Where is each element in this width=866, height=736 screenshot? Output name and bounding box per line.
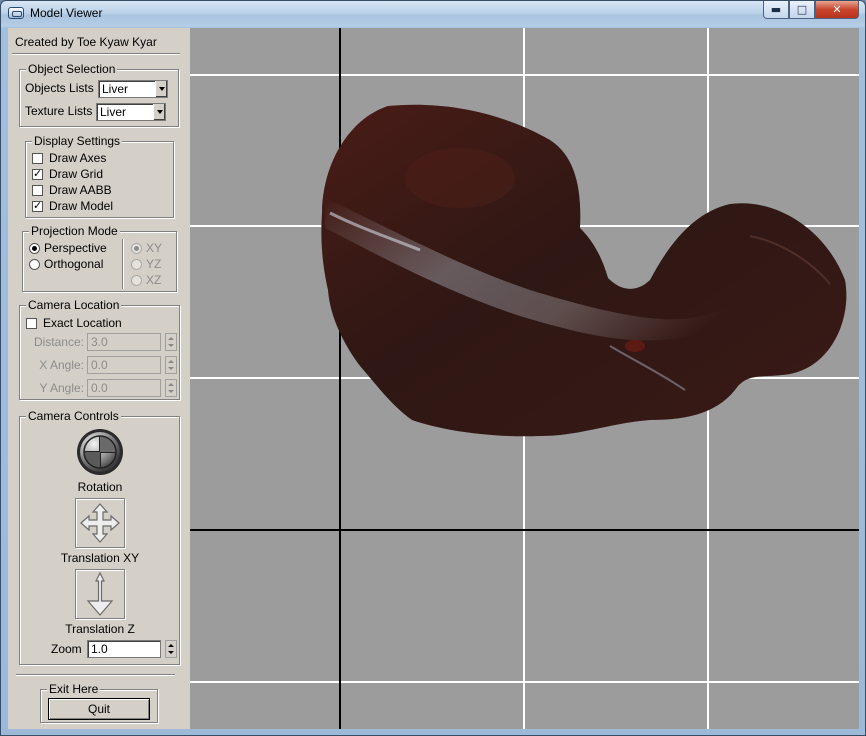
liver-spot [625,340,645,352]
radio-dot[interactable] [131,258,142,270]
plane-xy-radio[interactable]: XY [131,241,162,255]
plane-yz-label: YZ [146,257,162,271]
camera-location-title: Camera Location [26,298,122,312]
caption-buttons: ▬ □ ✕ [763,1,859,19]
draw-grid-label: Draw Grid [49,167,104,181]
credit-label: Created by Toe Kyaw Kyar [15,35,157,49]
object-selection-title: Object Selection [26,62,118,76]
radio-dot[interactable] [131,274,142,286]
3d-viewport[interactable] [190,28,859,729]
model-viewer-window: Model Viewer ▬ □ ✕ Created by Toe Kyaw K… [0,0,866,736]
window-title: Model Viewer [30,6,103,20]
translation-xy-label: Translation XY [60,551,140,565]
perspective-label: Perspective [44,241,107,255]
texture-list-label: Texture Lists [25,104,93,118]
exit-group: Exit Here Quit [40,682,158,723]
maximize-icon: □ [796,3,808,16]
viewport-canvas[interactable] [190,28,859,729]
close-icon: ✕ [832,3,842,16]
display-settings-title: Display Settings [32,134,123,148]
separator [16,674,175,676]
objects-list-select[interactable]: Liver [98,80,168,98]
x-angle-spinner[interactable] [165,356,177,374]
chevron-down-icon[interactable] [155,81,167,97]
exact-location-label: Exact Location [43,316,122,330]
radio-dot[interactable] [29,258,40,270]
separator [122,239,124,289]
distance-spinner[interactable] [165,333,177,351]
x-angle-label: X Angle: [39,358,84,372]
zoom-label: Zoom [51,642,82,656]
quit-button[interactable]: Quit [48,698,150,720]
checkbox-box[interactable] [32,199,43,212]
rotation-icon [77,429,123,475]
liver-shading [405,148,515,208]
texture-list-select[interactable]: Liver [96,103,166,121]
draw-axes-label: Draw Axes [49,151,107,165]
client-area: Created by Toe Kyaw Kyar Object Selectio… [8,28,859,729]
checkbox-box[interactable] [32,152,43,164]
zoom-field[interactable]: 1.0 [87,640,161,658]
draw-model-checkbox[interactable]: Draw Model [32,199,113,213]
display-settings-group: Display Settings Draw Axes Draw Grid Dra… [25,134,174,218]
chevron-down-icon[interactable] [153,104,165,120]
camera-location-group: Camera Location Exact Location Distance:… [19,298,180,400]
distance-field[interactable]: 3.0 [87,333,161,351]
rotation-button[interactable] [75,427,125,477]
object-selection-group: Object Selection Objects Lists Liver Tex… [19,62,179,127]
draw-aabb-checkbox[interactable]: Draw AABB [32,183,112,197]
plane-xz-radio[interactable]: XZ [131,273,161,287]
y-angle-spinner[interactable] [165,379,177,397]
zoom-spinner[interactable] [165,640,177,658]
plane-xy-label: XY [146,241,163,255]
app-icon [8,7,24,19]
camera-controls-group: Camera Controls Rotation Translation XY … [19,409,180,665]
draw-aabb-label: Draw AABB [49,183,112,197]
texture-list-value: Liver [100,105,127,119]
y-angle-field[interactable]: 0.0 [87,379,161,397]
minimize-icon: ▬ [770,3,782,16]
objects-list-value: Liver [102,82,129,96]
rotation-label: Rotation [77,480,123,494]
draw-model-label: Draw Model [49,199,114,213]
orthogonal-radio[interactable]: Orthogonal [29,257,103,271]
checkbox-box[interactable] [32,167,43,180]
control-panel: Created by Toe Kyaw Kyar Object Selectio… [8,28,189,729]
checkbox-box[interactable] [26,317,37,329]
close-button[interactable]: ✕ [815,1,859,19]
move-z-icon [86,571,114,616]
checkbox-box[interactable] [32,184,43,196]
distance-label: Distance: [33,335,84,349]
exit-title: Exit Here [47,682,101,696]
exact-location-checkbox[interactable]: Exact Location [26,316,122,330]
y-angle-label: Y Angle: [39,381,84,395]
projection-mode-title: Projection Mode [29,224,120,238]
plane-xz-label: XZ [146,273,162,287]
translation-z-button[interactable] [75,569,125,619]
minimize-button[interactable]: ▬ [763,1,789,19]
translation-z-label: Translation Z [65,622,135,636]
camera-controls-title: Camera Controls [26,409,121,423]
orthogonal-label: Orthogonal [44,257,104,271]
radio-dot[interactable] [131,242,142,254]
objects-list-label: Objects Lists [25,81,94,95]
maximize-button[interactable]: □ [789,1,815,19]
translation-xy-button[interactable] [75,498,125,548]
perspective-radio[interactable]: Perspective [29,241,107,255]
title-bar[interactable]: Model Viewer ▬ □ ✕ [1,1,865,27]
move-xy-icon [80,503,120,543]
x-angle-field[interactable]: 0.0 [87,356,161,374]
draw-axes-checkbox[interactable]: Draw Axes [32,151,106,165]
projection-mode-group: Projection Mode Perspective Orthogonal X… [22,224,177,292]
draw-grid-checkbox[interactable]: Draw Grid [32,167,103,181]
separator [12,53,180,55]
plane-yz-radio[interactable]: YZ [131,257,161,271]
radio-dot[interactable] [29,242,40,254]
